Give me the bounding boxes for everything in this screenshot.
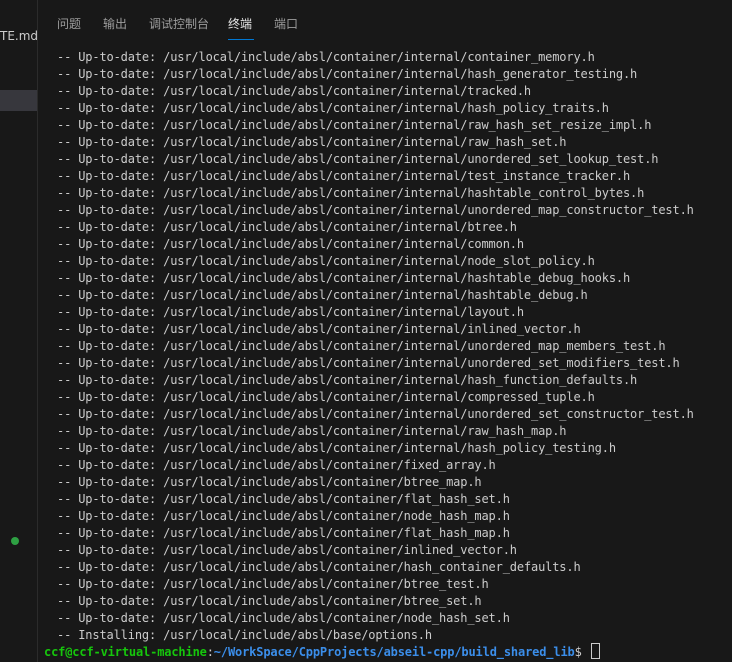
sidebar-file-item[interactable]: TE.md bbox=[0, 28, 37, 44]
terminal-line: -- Up-to-date: /usr/local/include/absl/c… bbox=[57, 118, 652, 132]
terminal-line: -- Up-to-date: /usr/local/include/absl/c… bbox=[57, 356, 680, 370]
tab-debug-console[interactable]: 调试控制台 bbox=[149, 16, 209, 32]
terminal-line: -- Up-to-date: /usr/local/include/absl/c… bbox=[57, 441, 616, 455]
terminal-line: -- Up-to-date: /usr/local/include/absl/c… bbox=[57, 135, 567, 149]
terminal-line: -- Up-to-date: /usr/local/include/absl/c… bbox=[57, 237, 524, 251]
terminal-line: -- Up-to-date: /usr/local/include/absl/c… bbox=[57, 254, 595, 268]
terminal-line: -- Up-to-date: /usr/local/include/absl/c… bbox=[57, 407, 694, 421]
terminal-line: -- Up-to-date: /usr/local/include/absl/c… bbox=[57, 186, 645, 200]
prompt-path: ~/WorkSpace/CppProjects/abseil-cpp/build… bbox=[213, 645, 575, 659]
terminal-line: -- Up-to-date: /usr/local/include/absl/c… bbox=[57, 373, 638, 387]
terminal-line: -- Up-to-date: /usr/local/include/absl/c… bbox=[57, 492, 510, 506]
terminal-cursor bbox=[590, 643, 600, 659]
terminal-prompt[interactable]: ccf@ccf-virtual-machine:~/WorkSpace/CppP… bbox=[44, 643, 600, 660]
explorer-sidebar: TE.md bbox=[0, 0, 38, 662]
terminal-line: -- Up-to-date: /usr/local/include/absl/c… bbox=[57, 220, 517, 234]
terminal-line: -- Up-to-date: /usr/local/include/absl/c… bbox=[57, 322, 581, 336]
active-tab-indicator bbox=[228, 39, 254, 40]
terminal-line: -- Up-to-date: /usr/local/include/absl/c… bbox=[57, 594, 482, 608]
prompt-colon: : bbox=[206, 645, 214, 659]
sidebar-selected-item[interactable] bbox=[0, 90, 37, 111]
terminal-line: -- Up-to-date: /usr/local/include/absl/c… bbox=[57, 203, 694, 217]
terminal-line: -- Installing: /usr/local/include/absl/b… bbox=[57, 628, 432, 642]
prompt-dollar: $ bbox=[574, 645, 589, 659]
terminal-line: -- Up-to-date: /usr/local/include/absl/c… bbox=[57, 424, 567, 438]
terminal-line: -- Up-to-date: /usr/local/include/absl/c… bbox=[57, 475, 482, 489]
panel-tab-bar: 问题 输出 调试控制台 终端 端口 bbox=[38, 8, 732, 38]
terminal-line: -- Up-to-date: /usr/local/include/absl/c… bbox=[57, 288, 588, 302]
terminal-output[interactable]: -- Up-to-date: /usr/local/include/absl/c… bbox=[57, 49, 727, 644]
tab-ports[interactable]: 端口 bbox=[274, 16, 298, 32]
terminal-line: -- Up-to-date: /usr/local/include/absl/c… bbox=[57, 271, 631, 285]
tab-output[interactable]: 输出 bbox=[103, 16, 127, 32]
terminal-line: -- Up-to-date: /usr/local/include/absl/c… bbox=[57, 339, 666, 353]
prompt-user-host: ccf@ccf-virtual-machine bbox=[44, 645, 207, 659]
terminal-line: -- Up-to-date: /usr/local/include/absl/c… bbox=[57, 50, 595, 64]
terminal-line: -- Up-to-date: /usr/local/include/absl/c… bbox=[57, 152, 659, 166]
status-dot-icon bbox=[11, 537, 19, 545]
terminal-line: -- Up-to-date: /usr/local/include/absl/c… bbox=[57, 611, 510, 625]
terminal-line: -- Up-to-date: /usr/local/include/absl/c… bbox=[57, 560, 581, 574]
terminal-line: -- Up-to-date: /usr/local/include/absl/c… bbox=[57, 169, 631, 183]
terminal-line: -- Up-to-date: /usr/local/include/absl/c… bbox=[57, 577, 489, 591]
terminal-line: -- Up-to-date: /usr/local/include/absl/c… bbox=[57, 390, 595, 404]
terminal-line: -- Up-to-date: /usr/local/include/absl/c… bbox=[57, 543, 517, 557]
terminal-line: -- Up-to-date: /usr/local/include/absl/c… bbox=[57, 458, 496, 472]
tab-problems[interactable]: 问题 bbox=[57, 16, 81, 32]
tab-terminal[interactable]: 终端 bbox=[228, 16, 252, 32]
bottom-panel: 问题 输出 调试控制台 终端 端口 -- Up-to-date: /usr/lo… bbox=[38, 0, 732, 662]
terminal-line: -- Up-to-date: /usr/local/include/absl/c… bbox=[57, 526, 510, 540]
terminal-line: -- Up-to-date: /usr/local/include/absl/c… bbox=[57, 509, 510, 523]
terminal-line: -- Up-to-date: /usr/local/include/absl/c… bbox=[57, 305, 524, 319]
terminal-line: -- Up-to-date: /usr/local/include/absl/c… bbox=[57, 101, 609, 115]
terminal-line: -- Up-to-date: /usr/local/include/absl/c… bbox=[57, 67, 638, 81]
terminal-line: -- Up-to-date: /usr/local/include/absl/c… bbox=[57, 84, 531, 98]
